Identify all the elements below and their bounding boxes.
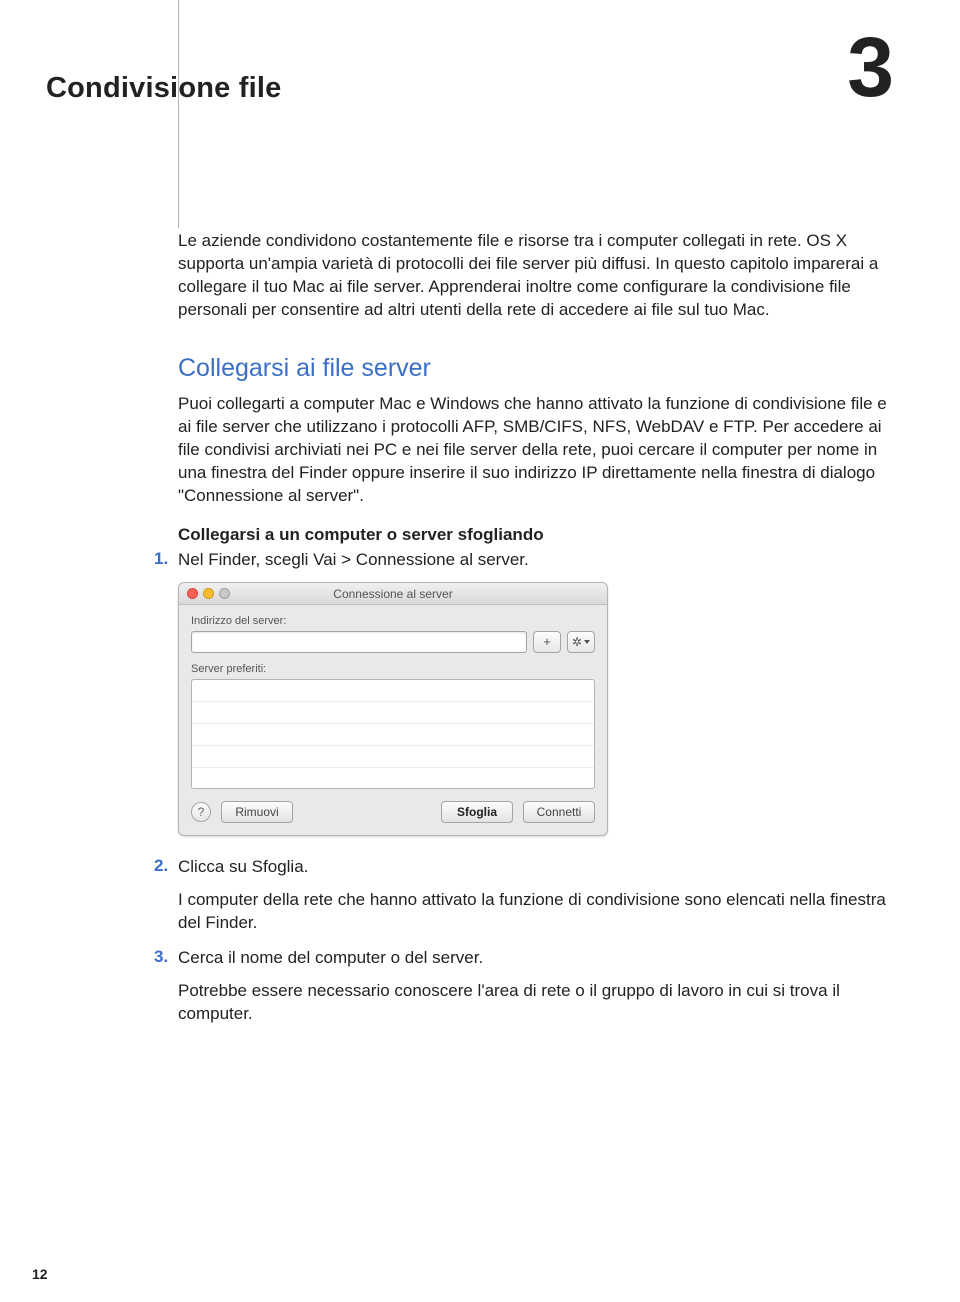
section-body: Puoi collegarti a computer Mac e Windows… <box>178 393 900 508</box>
remove-button[interactable]: Rimuovi <box>221 801 293 823</box>
step-number: 2. <box>154 856 178 879</box>
connect-button[interactable]: Connetti <box>523 801 595 823</box>
favorite-servers-list[interactable] <box>191 679 595 789</box>
list-item <box>192 746 594 768</box>
section-subhead: Collegarsi a un computer o server sfogli… <box>178 525 900 545</box>
intro-paragraph: Le aziende condividono costantemente fil… <box>178 230 900 322</box>
help-icon: ? <box>198 805 205 819</box>
step-text: Clicca su Sfoglia. <box>178 856 308 879</box>
add-favorite-button[interactable]: + <box>533 631 561 653</box>
step-text: Cerca il nome del computer o del server. <box>178 947 483 970</box>
connect-to-server-dialog: Connessione al server Indirizzo del serv… <box>178 582 608 836</box>
step-2-paragraph: I computer della rete che hanno attivato… <box>178 889 900 935</box>
browse-button[interactable]: Sfoglia <box>441 801 513 823</box>
step-3: 3. Cerca il nome del computer o del serv… <box>178 947 900 970</box>
favorite-servers-label: Server preferiti: <box>191 663 595 675</box>
step-3-paragraph: Potrebbe essere necessario conoscere l'a… <box>178 980 900 1026</box>
step-1: 1. Nel Finder, scegli Vai > Connessione … <box>178 549 900 572</box>
gear-icon: ✲ <box>572 633 582 651</box>
server-address-input[interactable] <box>191 631 527 653</box>
list-item <box>192 680 594 702</box>
chapter-title: Condivisione file <box>46 72 281 105</box>
help-button[interactable]: ? <box>191 802 211 822</box>
history-menu-button[interactable]: ✲ <box>567 631 595 653</box>
plus-icon: + <box>543 633 551 651</box>
chevron-down-icon <box>584 640 590 644</box>
step-text: Nel Finder, scegli Vai > Connessione al … <box>178 549 529 572</box>
list-item <box>192 768 594 789</box>
step-number: 3. <box>154 947 178 970</box>
step-number: 1. <box>154 549 178 572</box>
dialog-titlebar: Connessione al server <box>179 583 607 605</box>
chapter-header: Condivisione file 3 <box>178 60 900 230</box>
step-2: 2. Clicca su Sfoglia. <box>178 856 900 879</box>
page-number: 12 <box>32 1266 48 1282</box>
chapter-number: 3 <box>847 25 894 109</box>
list-item <box>192 724 594 746</box>
server-address-label: Indirizzo del server: <box>191 615 595 627</box>
list-item <box>192 702 594 724</box>
section-title: Collegarsi ai file server <box>178 354 900 383</box>
dialog-title: Connessione al server <box>179 587 607 601</box>
